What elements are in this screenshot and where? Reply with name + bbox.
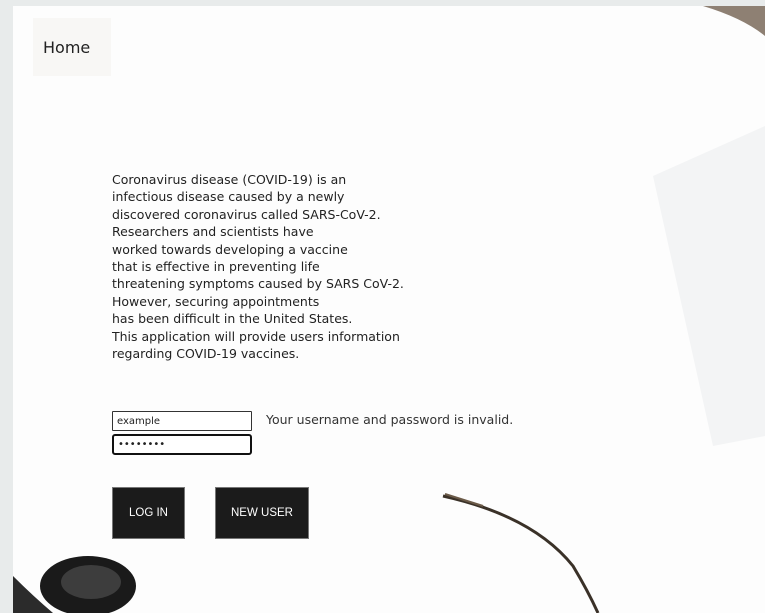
stethoscope-rim xyxy=(61,565,121,599)
error-message: Your username and password is invalid. xyxy=(266,412,514,427)
intro-line: worked towards developing a vaccine xyxy=(112,241,348,257)
intro-paragraph: Coronavirus disease (COVID-19) is an infe… xyxy=(112,171,432,362)
nav-home-label: Home xyxy=(43,37,91,57)
glasses-arm xyxy=(442,494,600,613)
intro-line: regarding COVID-19 vaccines. xyxy=(112,346,300,362)
paper-sheet-shape xyxy=(653,126,765,446)
login-button[interactable]: LOG IN xyxy=(112,487,185,539)
nav-home-link[interactable]: Home xyxy=(33,18,111,76)
username-input[interactable] xyxy=(112,411,252,431)
intro-line: Coronavirus disease (COVID-19) is an xyxy=(112,172,347,187)
glasses-hinge xyxy=(444,493,484,507)
page: Home Coronavirus disease (COVID-19) is a… xyxy=(13,6,765,613)
intro-line: has been difficult in the United States. xyxy=(112,311,353,327)
intro-line: Researchers and scientists have xyxy=(112,224,314,240)
top-right-shadow xyxy=(703,6,765,36)
intro-line: infectious disease caused by a newly xyxy=(112,189,345,205)
intro-line: that is effective in preventing life xyxy=(112,259,320,275)
intro-line: discovered coronavirus called SARS-CoV-2… xyxy=(112,206,381,222)
password-input[interactable] xyxy=(112,434,252,455)
intro-line: This application will provide users info… xyxy=(112,328,400,344)
intro-line: threatening symptoms caused by SARS CoV-… xyxy=(112,276,404,292)
intro-line: However, securing appointments xyxy=(112,293,320,309)
new-user-button[interactable]: NEW USER xyxy=(215,487,309,539)
